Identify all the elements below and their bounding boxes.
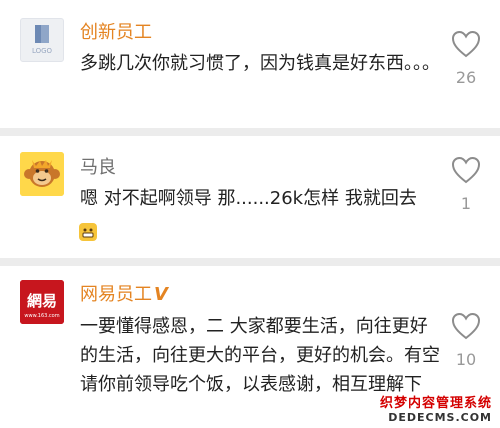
separator: [0, 258, 500, 266]
comment-text: 嗯 对不起啊领导 那......26k怎样 我就回去: [80, 188, 417, 209]
watermark-line1: 织梦内容管理系统: [377, 392, 494, 411]
heart-icon: [451, 312, 481, 340]
author-name[interactable]: 创新员工: [80, 18, 152, 44]
author-name[interactable]: 网易员工 V: [80, 280, 168, 306]
heart-icon: [451, 156, 481, 184]
monkey-avatar-icon: [20, 152, 64, 196]
grin-emoji-icon: [78, 222, 98, 246]
author-name[interactable]: 马良: [80, 153, 116, 179]
avatar-logo-text: LOGO: [32, 47, 53, 55]
watermark-line2: DEDECMS.COM: [377, 411, 494, 424]
comment-item: LOGO 创新员工 多跳几次你就习惯了，因为钱真是好东西。。。 26: [0, 0, 500, 128]
avatar[interactable]: [20, 152, 64, 196]
comment-text: 一要懂得感恩，二 大家都要生活，向往更好的生活，向往更大的平台，更好的机会。有空…: [80, 316, 440, 395]
author-name-text: 网易员工: [80, 284, 152, 305]
like-count: 26: [455, 68, 477, 87]
avatar[interactable]: 網易 www.163.com: [20, 280, 64, 324]
like-button[interactable]: 1: [448, 156, 484, 213]
like-button[interactable]: 10: [448, 312, 484, 369]
avatar-logo-subtext: www.163.com: [24, 313, 59, 319]
verified-badge-icon: V: [154, 284, 168, 305]
avatar-logo-text: 網易: [27, 292, 57, 310]
heart-icon: [451, 30, 481, 58]
separator: [0, 128, 500, 136]
like-count: 1: [460, 194, 472, 213]
netease-logo-icon: 網易 www.163.com: [20, 280, 64, 324]
comment-text: 多跳几次你就习惯了，因为钱真是好东西。。。: [80, 53, 440, 74]
like-count: 10: [455, 350, 477, 369]
logo-placeholder-icon: LOGO: [32, 25, 53, 55]
watermark: 织梦内容管理系统 DEDECMS.COM: [377, 392, 494, 424]
comment-item: 马良 嗯 对不起啊领导 那......26k怎样 我就回去 1: [0, 136, 500, 258]
avatar[interactable]: LOGO: [20, 18, 64, 62]
like-button[interactable]: 26: [448, 30, 484, 87]
